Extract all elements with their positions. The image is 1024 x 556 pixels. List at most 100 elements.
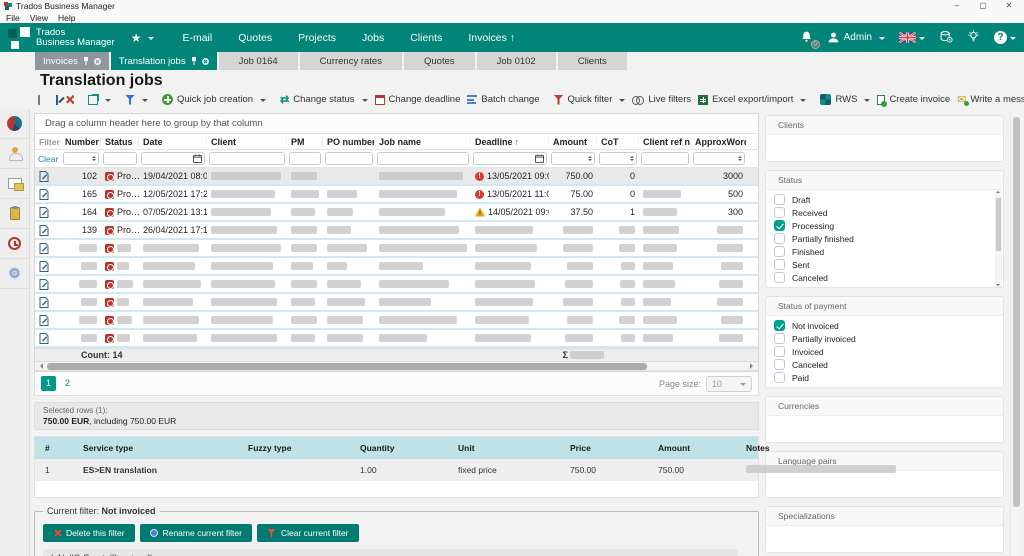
- close-tab-icon[interactable]: [93, 57, 101, 65]
- scroll-left-icon[interactable]: [37, 363, 43, 369]
- open-record-icon[interactable]: [35, 314, 61, 326]
- table-row[interactable]: [35, 330, 758, 348]
- filter-checkbox-partially-finished[interactable]: Partially finished: [766, 232, 1003, 245]
- tasks-clipboard-icon[interactable]: [0, 199, 29, 229]
- help-menu[interactable]: ?: [994, 31, 1016, 44]
- menu-file[interactable]: File: [6, 13, 20, 23]
- filter-checkbox-not-invoiced[interactable]: Not invoiced: [766, 319, 1003, 332]
- filter-checkbox-paid[interactable]: Paid: [766, 371, 1003, 384]
- settings-gear-icon[interactable]: ⚙: [0, 259, 29, 289]
- table-row[interactable]: 165 Pro… 12/05/2021 17:27 ! 13/05/2021 11…: [35, 186, 758, 204]
- tab-invoices[interactable]: Invoices: [35, 52, 109, 70]
- tab-job-0164[interactable]: Job 0164: [218, 52, 298, 70]
- export-button[interactable]: [88, 93, 111, 105]
- tab-currency-rates[interactable]: Currency rates: [299, 52, 402, 70]
- filter-client-input[interactable]: [209, 152, 285, 165]
- col-job-name[interactable]: Job name: [375, 136, 471, 147]
- open-record-icon[interactable]: [35, 206, 61, 218]
- currencies-filter-input[interactable]: [766, 416, 1003, 442]
- nav-item-quotes[interactable]: Quotes: [238, 32, 272, 44]
- vertical-scrollbar[interactable]: [1010, 113, 1020, 556]
- filter-checkbox-received[interactable]: Received: [766, 206, 1003, 219]
- filter-cot-input[interactable]: [599, 152, 637, 165]
- filter-checkbox-partially-invoiced[interactable]: Partially invoiced: [766, 332, 1003, 345]
- detail-row[interactable]: 1 ES>EN translation 1.00 fixed price 750…: [35, 459, 896, 481]
- close-tab-icon[interactable]: [201, 57, 209, 65]
- filter-checkbox-canceled[interactable]: Canceled: [766, 271, 1003, 284]
- table-row[interactable]: 102 Pro… 19/04/2021 08:07 ! 13/05/2021 09…: [35, 168, 758, 186]
- quick-filter-button[interactable]: Quick filter: [553, 94, 626, 105]
- open-record-icon[interactable]: [35, 332, 61, 344]
- col-po-number[interactable]: PO number: [323, 136, 375, 147]
- filter-number-input[interactable]: [63, 152, 99, 165]
- minimize-button[interactable]: –: [946, 0, 968, 12]
- filter-checkbox-canceled-payment[interactable]: Canceled: [766, 358, 1003, 371]
- status-list-scrollbar[interactable]: [995, 190, 1002, 287]
- table-row[interactable]: 164 Pro… 07/05/2021 13:13 ! 14/05/2021 09…: [35, 204, 758, 222]
- table-row[interactable]: [35, 276, 758, 294]
- spinner-icon[interactable]: [588, 156, 592, 161]
- live-filters-button[interactable]: Live filters: [632, 94, 691, 105]
- favorites-star-icon[interactable]: ★: [131, 31, 142, 45]
- col-date[interactable]: Date: [139, 136, 207, 147]
- filter-date-input[interactable]: [141, 152, 205, 165]
- col-pm[interactable]: PM: [287, 136, 323, 147]
- nav-item-jobs[interactable]: Jobs: [362, 32, 384, 44]
- col-status[interactable]: Status: [101, 136, 139, 147]
- menu-view[interactable]: View: [30, 13, 48, 23]
- table-row[interactable]: [35, 258, 758, 276]
- filter-button[interactable]: [125, 94, 148, 105]
- change-status-button[interactable]: ⇄ Change status: [280, 93, 368, 106]
- language-pairs-filter-input[interactable]: [766, 471, 1003, 497]
- user-menu[interactable]: Admin: [827, 31, 885, 44]
- filter-checkbox-sent[interactable]: Sent: [766, 258, 1003, 271]
- time-clock-icon[interactable]: [0, 229, 29, 259]
- open-record-icon[interactable]: [35, 260, 61, 272]
- open-record-icon[interactable]: [35, 242, 61, 254]
- open-record-icon[interactable]: [35, 296, 61, 308]
- col-client[interactable]: Client: [207, 136, 287, 147]
- specializations-filter-input[interactable]: [766, 526, 1003, 552]
- filter-po-input[interactable]: [325, 152, 373, 165]
- nav-item-invoices[interactable]: Invoices ↑: [468, 32, 515, 44]
- lightbulb-icon[interactable]: [967, 29, 980, 46]
- pin-icon[interactable]: [191, 57, 197, 65]
- tab-quotes[interactable]: Quotes: [403, 52, 475, 70]
- reports-pictures-icon[interactable]: [0, 169, 29, 199]
- contacts-person-icon[interactable]: [0, 139, 29, 169]
- open-record-icon[interactable]: [35, 170, 61, 182]
- scrollbar-thumb[interactable]: [996, 198, 1001, 252]
- maximize-button[interactable]: ▢: [972, 0, 994, 12]
- filter-expression-input[interactable]: IsNullOrEmpty([Invoices]): [43, 549, 739, 556]
- delete-filter-button[interactable]: Delete this filter: [43, 524, 135, 542]
- filter-checkbox-processing[interactable]: Processing: [766, 219, 1003, 232]
- table-row[interactable]: [35, 294, 758, 312]
- open-record-icon[interactable]: [35, 188, 61, 200]
- filter-amount-input[interactable]: [551, 152, 595, 165]
- quick-job-creation-button[interactable]: Quick job creation: [162, 94, 267, 105]
- spinner-icon[interactable]: [738, 156, 742, 161]
- filter-pm-input[interactable]: [289, 152, 321, 165]
- nav-item-projects[interactable]: Projects: [298, 32, 336, 44]
- excel-export-import-button[interactable]: Excel export/import: [698, 94, 807, 105]
- table-row[interactable]: [35, 312, 758, 330]
- open-record-icon[interactable]: [35, 278, 61, 290]
- notifications-bell-icon[interactable]: 0: [800, 30, 820, 49]
- favorites-caret-icon[interactable]: [148, 36, 155, 43]
- table-row[interactable]: 139 Pro… 26/04/2021 17:12: [35, 222, 758, 240]
- col-cot[interactable]: CoT: [597, 136, 639, 147]
- scroll-up-icon[interactable]: [996, 191, 1000, 193]
- filter-checkbox-draft[interactable]: Draft: [766, 193, 1003, 206]
- menu-help[interactable]: Help: [58, 13, 75, 23]
- clear-filter-button[interactable]: Clear current filter: [256, 524, 359, 542]
- page-size-select[interactable]: 10: [706, 375, 752, 392]
- database-icon[interactable]: [939, 30, 953, 46]
- create-invoice-button[interactable]: Create invoice: [877, 94, 950, 107]
- filter-clientref-input[interactable]: [641, 152, 689, 165]
- tab-job-0102[interactable]: Job 0102: [476, 52, 556, 70]
- page-2-button[interactable]: 2: [60, 376, 75, 391]
- spinner-icon[interactable]: [92, 156, 96, 161]
- nav-item-clients[interactable]: Clients: [410, 32, 442, 44]
- filter-deadline-input[interactable]: [473, 152, 547, 165]
- page-1-button[interactable]: 1: [41, 376, 56, 391]
